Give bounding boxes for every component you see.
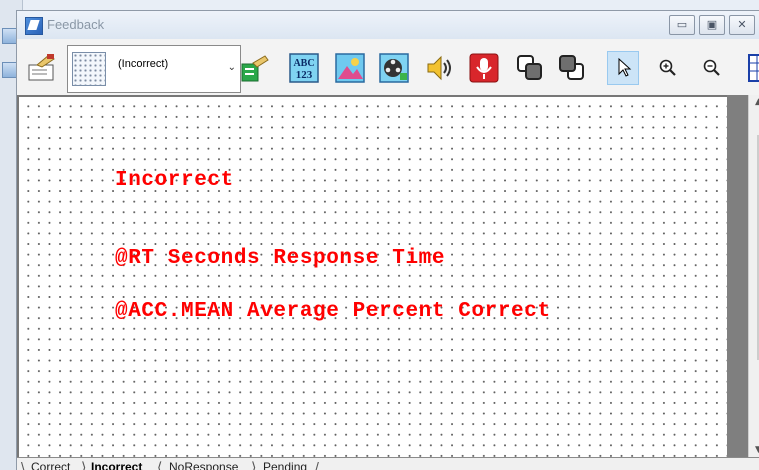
feedback-label-incorrect[interactable]: Incorrect [115, 169, 234, 192]
app-icon [25, 17, 43, 35]
chevron-down-icon[interactable]: ⌄ [228, 62, 236, 73]
tab-correct[interactable]: Correct [31, 460, 70, 470]
properties-icon[interactable] [27, 53, 57, 83]
bring-to-front-icon[interactable] [515, 53, 545, 83]
feedback-canvas[interactable]: Incorrect @RT Seconds Response Time @ACC… [17, 95, 729, 459]
maximize-button[interactable]: ▣ [699, 15, 725, 35]
state-dropdown[interactable]: (Incorrect) ⌄ [67, 45, 241, 93]
tab-pending[interactable]: Pending [263, 460, 307, 470]
scroll-up-icon[interactable]: ▲ [755, 97, 759, 107]
send-to-back-icon[interactable] [557, 53, 587, 83]
tab-incorrect[interactable]: Incorrect [91, 460, 142, 470]
zoom-in-icon[interactable] [653, 53, 683, 83]
close-button[interactable]: ✕ [729, 15, 755, 35]
state-thumbnail [72, 52, 106, 86]
feedback-label-acc[interactable]: @ACC.MEAN Average Percent Correct [115, 300, 551, 323]
tab-noresponse[interactable]: NoResponse [169, 460, 238, 470]
tab-divider: ⟩ [81, 459, 87, 470]
tab-divider: ⟩ [251, 459, 257, 470]
add-state-icon[interactable] [239, 53, 269, 83]
scroll-down-icon[interactable]: ▼ [755, 445, 759, 455]
feedback-label-rt[interactable]: @RT Seconds Response Time [115, 247, 445, 270]
svg-text:123: 123 [296, 69, 313, 81]
movie-display-icon[interactable] [379, 53, 409, 83]
window-title: Feedback [47, 17, 105, 32]
tab-divider: \ [21, 459, 25, 470]
select-tool-button[interactable] [607, 51, 639, 85]
vertical-scrollbar[interactable]: ▲ ▼ [748, 95, 759, 457]
state-tabs: \ Correct ⟩ Incorrect ⟨ NoResponse ⟩ Pen… [17, 457, 759, 470]
state-dropdown-value: (Incorrect) [118, 58, 169, 70]
select-tool-icon [618, 57, 632, 77]
feedback-window: Feedback ▭ ▣ ✕ (Incorrect) ⌄ ABC 123 Inc… [16, 10, 759, 470]
zoom-out-icon[interactable] [697, 53, 727, 83]
text-display-icon[interactable]: ABC 123 [289, 53, 319, 83]
sound-in-icon[interactable] [469, 53, 499, 83]
svg-text:ABC: ABC [293, 58, 314, 69]
image-display-icon[interactable] [335, 53, 365, 83]
sound-out-icon[interactable] [425, 53, 455, 83]
toolbar: (Incorrect) ⌄ ABC 123 [17, 39, 759, 95]
title-bar[interactable]: Feedback ▭ ▣ ✕ [17, 11, 759, 39]
screen: Feedback ▭ ▣ ✕ (Incorrect) ⌄ ABC 123 Inc… [0, 0, 759, 470]
tab-divider: / [315, 459, 319, 470]
tab-divider: ⟨ [157, 459, 163, 470]
minimize-button[interactable]: ▭ [669, 15, 695, 35]
grid-icon[interactable] [747, 53, 759, 83]
canvas-margin [727, 95, 748, 457]
